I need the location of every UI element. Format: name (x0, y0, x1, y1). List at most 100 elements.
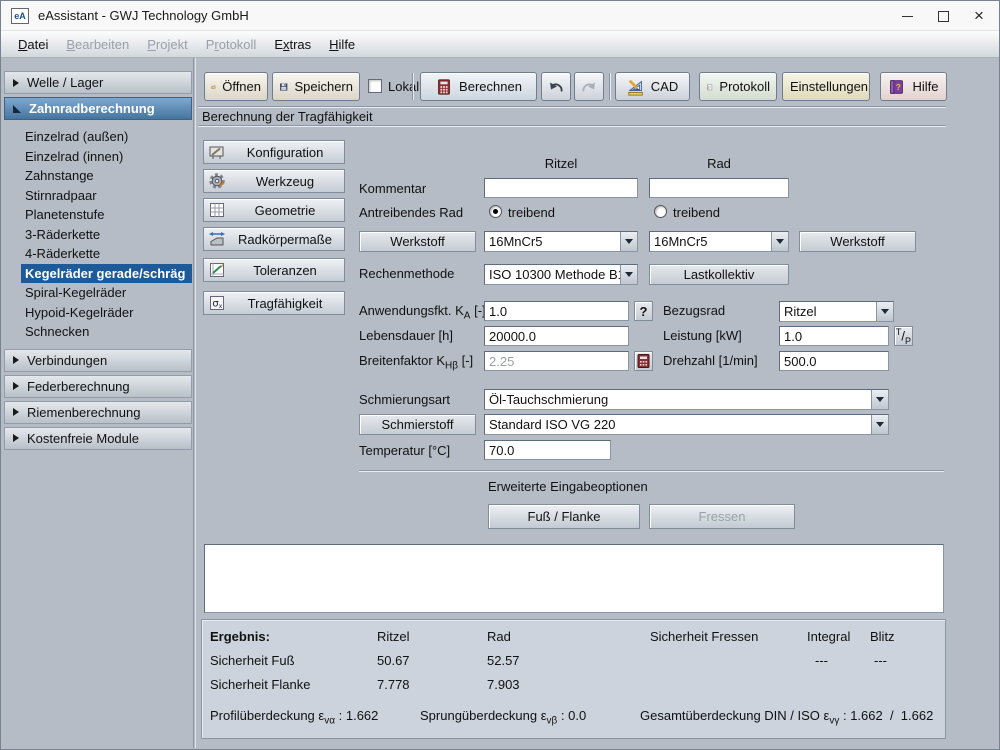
sidebar-group-kostenfreie-module[interactable]: Kostenfreie Module (4, 426, 192, 450)
load-spectrum-button[interactable]: Lastkollektiv (649, 264, 789, 285)
flank-safety-pinion-value: 7.778 (377, 677, 410, 692)
title-bar: eA eAssistant - GWJ Technology GmbH × (1, 1, 999, 31)
tool-button[interactable]: Werkzeug (203, 169, 345, 193)
reference-gear-dropdown[interactable]: Ritzel (779, 301, 894, 322)
sidebar-item-spiral-kegelraeder[interactable]: Spiral-Kegelräder (4, 283, 192, 303)
minimize-icon (901, 15, 913, 17)
material-pinion-button[interactable]: Werkstoff (359, 231, 476, 252)
method-label: Rechenmethode (359, 266, 455, 281)
column-header-pinion: Ritzel (544, 156, 578, 171)
driving-pinion-radio-label: treibend (508, 205, 555, 220)
comment-pinion-input[interactable] (484, 178, 638, 198)
sidebar-item-4-raederkette[interactable]: 4-Räderkette (4, 244, 192, 264)
protocol-button[interactable]: Protokoll (699, 72, 777, 101)
help-button[interactable]: ? Hilfe (880, 72, 947, 101)
dropdown-arrow-button[interactable] (620, 232, 637, 251)
temperature-input[interactable] (484, 440, 611, 460)
sidebar-group-zahnradberechnung[interactable]: Zahnradberechnung (4, 97, 192, 120)
save-button[interactable]: Speichern (272, 72, 360, 101)
sidebar-group-riemenberechnung[interactable]: Riemenberechnung (4, 400, 192, 424)
sidebar-item-zahnstange[interactable]: Zahnstange (4, 166, 192, 186)
driving-pinion-radio[interactable] (489, 205, 502, 218)
sidebar-item-planetenstufe[interactable]: Planetenstufe (4, 205, 192, 225)
load-capacity-button[interactable]: σ x Tragfähigkeit (203, 291, 345, 315)
maximize-button[interactable] (925, 1, 961, 31)
lubrication-type-dropdown[interactable]: Öl-Tauchschmierung (484, 389, 889, 410)
dropdown-arrow-button[interactable] (620, 265, 637, 284)
svg-text:?: ? (896, 83, 901, 92)
sidebar-item-hypoid-kegelraeder[interactable]: Hypoid-Kegelräder (4, 303, 192, 323)
undo-button[interactable] (541, 72, 571, 101)
application-factor-help-button[interactable]: ? (634, 301, 653, 321)
reference-gear-label: Bezugsrad (663, 303, 726, 318)
sidebar-item-schnecken[interactable]: Schnecken (4, 322, 192, 342)
driving-gear-radio[interactable] (654, 205, 667, 218)
material-gear-dropdown[interactable]: 16MnCr5 (649, 231, 789, 252)
calculate-button[interactable]: Berechnen (420, 72, 537, 101)
comment-gear-input[interactable] (649, 178, 789, 198)
dropdown-arrow-button[interactable] (771, 232, 788, 251)
results-column-gear: Rad (487, 629, 511, 644)
settings-button[interactable]: Einstellungen (782, 72, 870, 101)
power-input[interactable] (779, 326, 889, 346)
material-pinion-dropdown[interactable]: 16MnCr5 (484, 231, 638, 252)
grid-icon (210, 203, 224, 217)
redo-button (574, 72, 604, 101)
chevron-down-icon (876, 397, 884, 402)
lubrication-type-label: Schmierungsart (359, 392, 451, 407)
root-flank-button[interactable]: Fuß / Flanke (488, 504, 640, 529)
menu-hilfe[interactable]: Hilfe (320, 34, 364, 55)
chevron-right-icon (13, 408, 19, 416)
separator-line (198, 125, 946, 127)
local-checkbox-label: Lokal (388, 79, 420, 94)
tolerances-button[interactable]: Toleranzen (203, 258, 345, 282)
sidebar-group-welle-lager[interactable]: Welle / Lager (4, 71, 192, 94)
close-button[interactable]: × (961, 1, 997, 31)
chevron-down-icon (881, 309, 889, 314)
close-icon: × (974, 6, 984, 25)
configuration-button[interactable]: Konfiguration (203, 140, 345, 164)
method-dropdown[interactable]: ISO 10300 Methode B1 (484, 264, 638, 285)
results-column-pinion: Ritzel (377, 629, 410, 644)
application-factor-input[interactable] (484, 301, 629, 321)
menu-extras[interactable]: Extras (265, 34, 320, 55)
sidebar-group-federberechnung[interactable]: Federberechnung (4, 374, 192, 398)
chevron-right-icon (13, 356, 19, 364)
lubricant-button[interactable]: Schmierstoff (359, 414, 476, 435)
material-gear-button[interactable]: Werkstoff (799, 231, 916, 252)
wheel-body-dimensions-button[interactable]: Radkörpermaße (203, 227, 345, 251)
sidebar-item-einzelrad-innen[interactable]: Einzelrad (innen) (4, 147, 192, 167)
sidebar: Welle / Lager Zahnradberechnung Einzelra… (4, 71, 192, 453)
driving-gear-radio-label: treibend (673, 205, 720, 220)
geometry-button[interactable]: Geometrie (203, 198, 345, 222)
menu-datei[interactable]: Datei (9, 34, 57, 55)
sidebar-item-stirnradpaar[interactable]: Stirnradpaar (4, 186, 192, 206)
cad-button[interactable]: CAD (615, 72, 690, 101)
torque-power-toggle-button[interactable]: T/P (894, 326, 913, 346)
speed-input[interactable] (779, 351, 889, 371)
lubricant-dropdown[interactable]: Standard ISO VG 220 (484, 414, 889, 435)
local-checkbox[interactable] (368, 79, 382, 93)
width-factor-calculator-button[interactable] (634, 351, 653, 371)
results-column-flash: Blitz (870, 629, 895, 644)
dropdown-arrow-button[interactable] (876, 302, 893, 321)
chevron-right-icon (13, 434, 19, 442)
sidebar-item-einzelrad-aussen[interactable]: Einzelrad (außen) (4, 127, 192, 147)
maximize-icon (937, 10, 949, 22)
life-input[interactable] (484, 326, 629, 346)
dropdown-arrow-button[interactable] (871, 415, 888, 434)
sidebar-group-verbindungen[interactable]: Verbindungen (4, 348, 192, 372)
sidebar-item-3-raederkette[interactable]: 3-Räderkette (4, 225, 192, 245)
chevron-down-icon (625, 239, 633, 244)
sidebar-divider (193, 58, 196, 748)
flank-safety-gear-value: 7.903 (487, 677, 520, 692)
tolerance-chart-icon (210, 263, 224, 277)
minimize-button[interactable] (889, 1, 925, 31)
cad-ruler-pencil-icon (628, 79, 643, 96)
flank-safety-label: Sicherheit Flanke (210, 677, 311, 692)
toolbar-separator (412, 73, 414, 100)
open-button[interactable]: Öffnen (204, 72, 268, 101)
life-label: Lebensdauer [h] (359, 328, 453, 343)
dropdown-arrow-button[interactable] (871, 390, 888, 409)
sidebar-item-kegelraeder-gerade-schraeg[interactable]: Kegelräder gerade/schräg (21, 263, 192, 283)
